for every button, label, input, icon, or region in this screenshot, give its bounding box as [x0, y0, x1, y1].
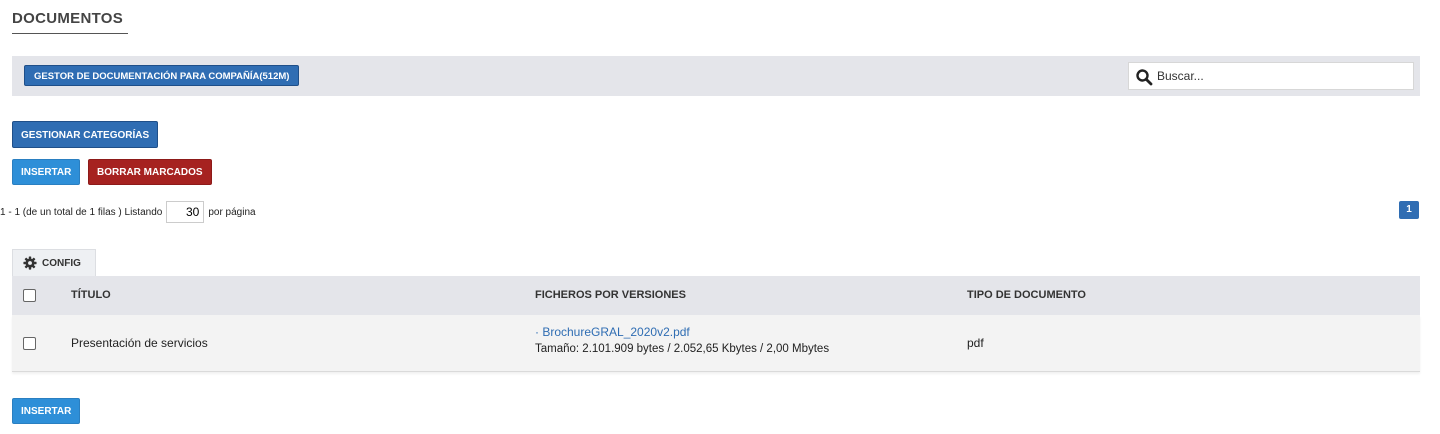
table-header: TÍTULO FICHEROS POR VERSIONES TIPO DE DO…: [12, 276, 1420, 315]
file-versions-cell: · BrochureGRAL_2020v2.pdf Tamaño: 2.101.…: [535, 325, 829, 355]
row-checkbox[interactable]: [23, 337, 36, 350]
manage-categories-button[interactable]: GESTIONAR CATEGORÍAS: [12, 121, 159, 148]
file-size: Tamaño: 2.101.909 bytes / 2.052,65 Kbyte…: [535, 343, 830, 355]
config-tab[interactable]: CONFIG: [12, 249, 96, 276]
document-type: pdf: [967, 336, 984, 350]
insert-bottom-button[interactable]: INSERTAR: [12, 398, 81, 424]
gear-icon: [23, 256, 37, 270]
select-all-checkbox[interactable]: [23, 289, 36, 302]
page-title: DOCUMENTOS: [12, 10, 124, 27]
title-underline: [12, 33, 128, 34]
documents-table: TÍTULO FICHEROS POR VERSIONES TIPO DE DO…: [12, 276, 1420, 372]
pagination-range-text: 1 - 1 (de un total de 1 filas ) Listando: [0, 206, 163, 218]
company-toolbar: GESTOR DE DOCUMENTACIÓN PARA COMPAÑÍA(51…: [12, 56, 1420, 96]
file-link[interactable]: · BrochureGRAL_2020v2.pdf: [535, 325, 829, 339]
search-icon[interactable]: [1135, 68, 1153, 86]
document-title: Presentación de servicios: [71, 336, 208, 350]
per-page-label: por página: [208, 206, 256, 218]
column-header-files[interactable]: FICHEROS POR VERSIONES: [535, 289, 686, 301]
delete-marked-button[interactable]: BORRAR MARCADOS: [88, 159, 212, 185]
search-input[interactable]: [1157, 65, 1407, 87]
insert-button[interactable]: INSERTAR: [12, 159, 81, 185]
column-header-doc-type[interactable]: TIPO DE DOCUMENTO: [967, 289, 1086, 301]
search-box[interactable]: [1128, 62, 1414, 90]
table-row: Presentación de servicios · BrochureGRAL…: [12, 315, 1420, 372]
company-document-manager-button[interactable]: GESTOR DE DOCUMENTACIÓN PARA COMPAÑÍA(51…: [24, 65, 300, 86]
page-number-button[interactable]: 1: [1399, 201, 1419, 219]
per-page-input[interactable]: [166, 201, 205, 223]
column-header-title[interactable]: TÍTULO: [71, 289, 111, 301]
pagination-info: 1 - 1 (de un total de 1 filas ) Listando…: [0, 201, 256, 223]
config-label: CONFIG: [42, 257, 81, 269]
